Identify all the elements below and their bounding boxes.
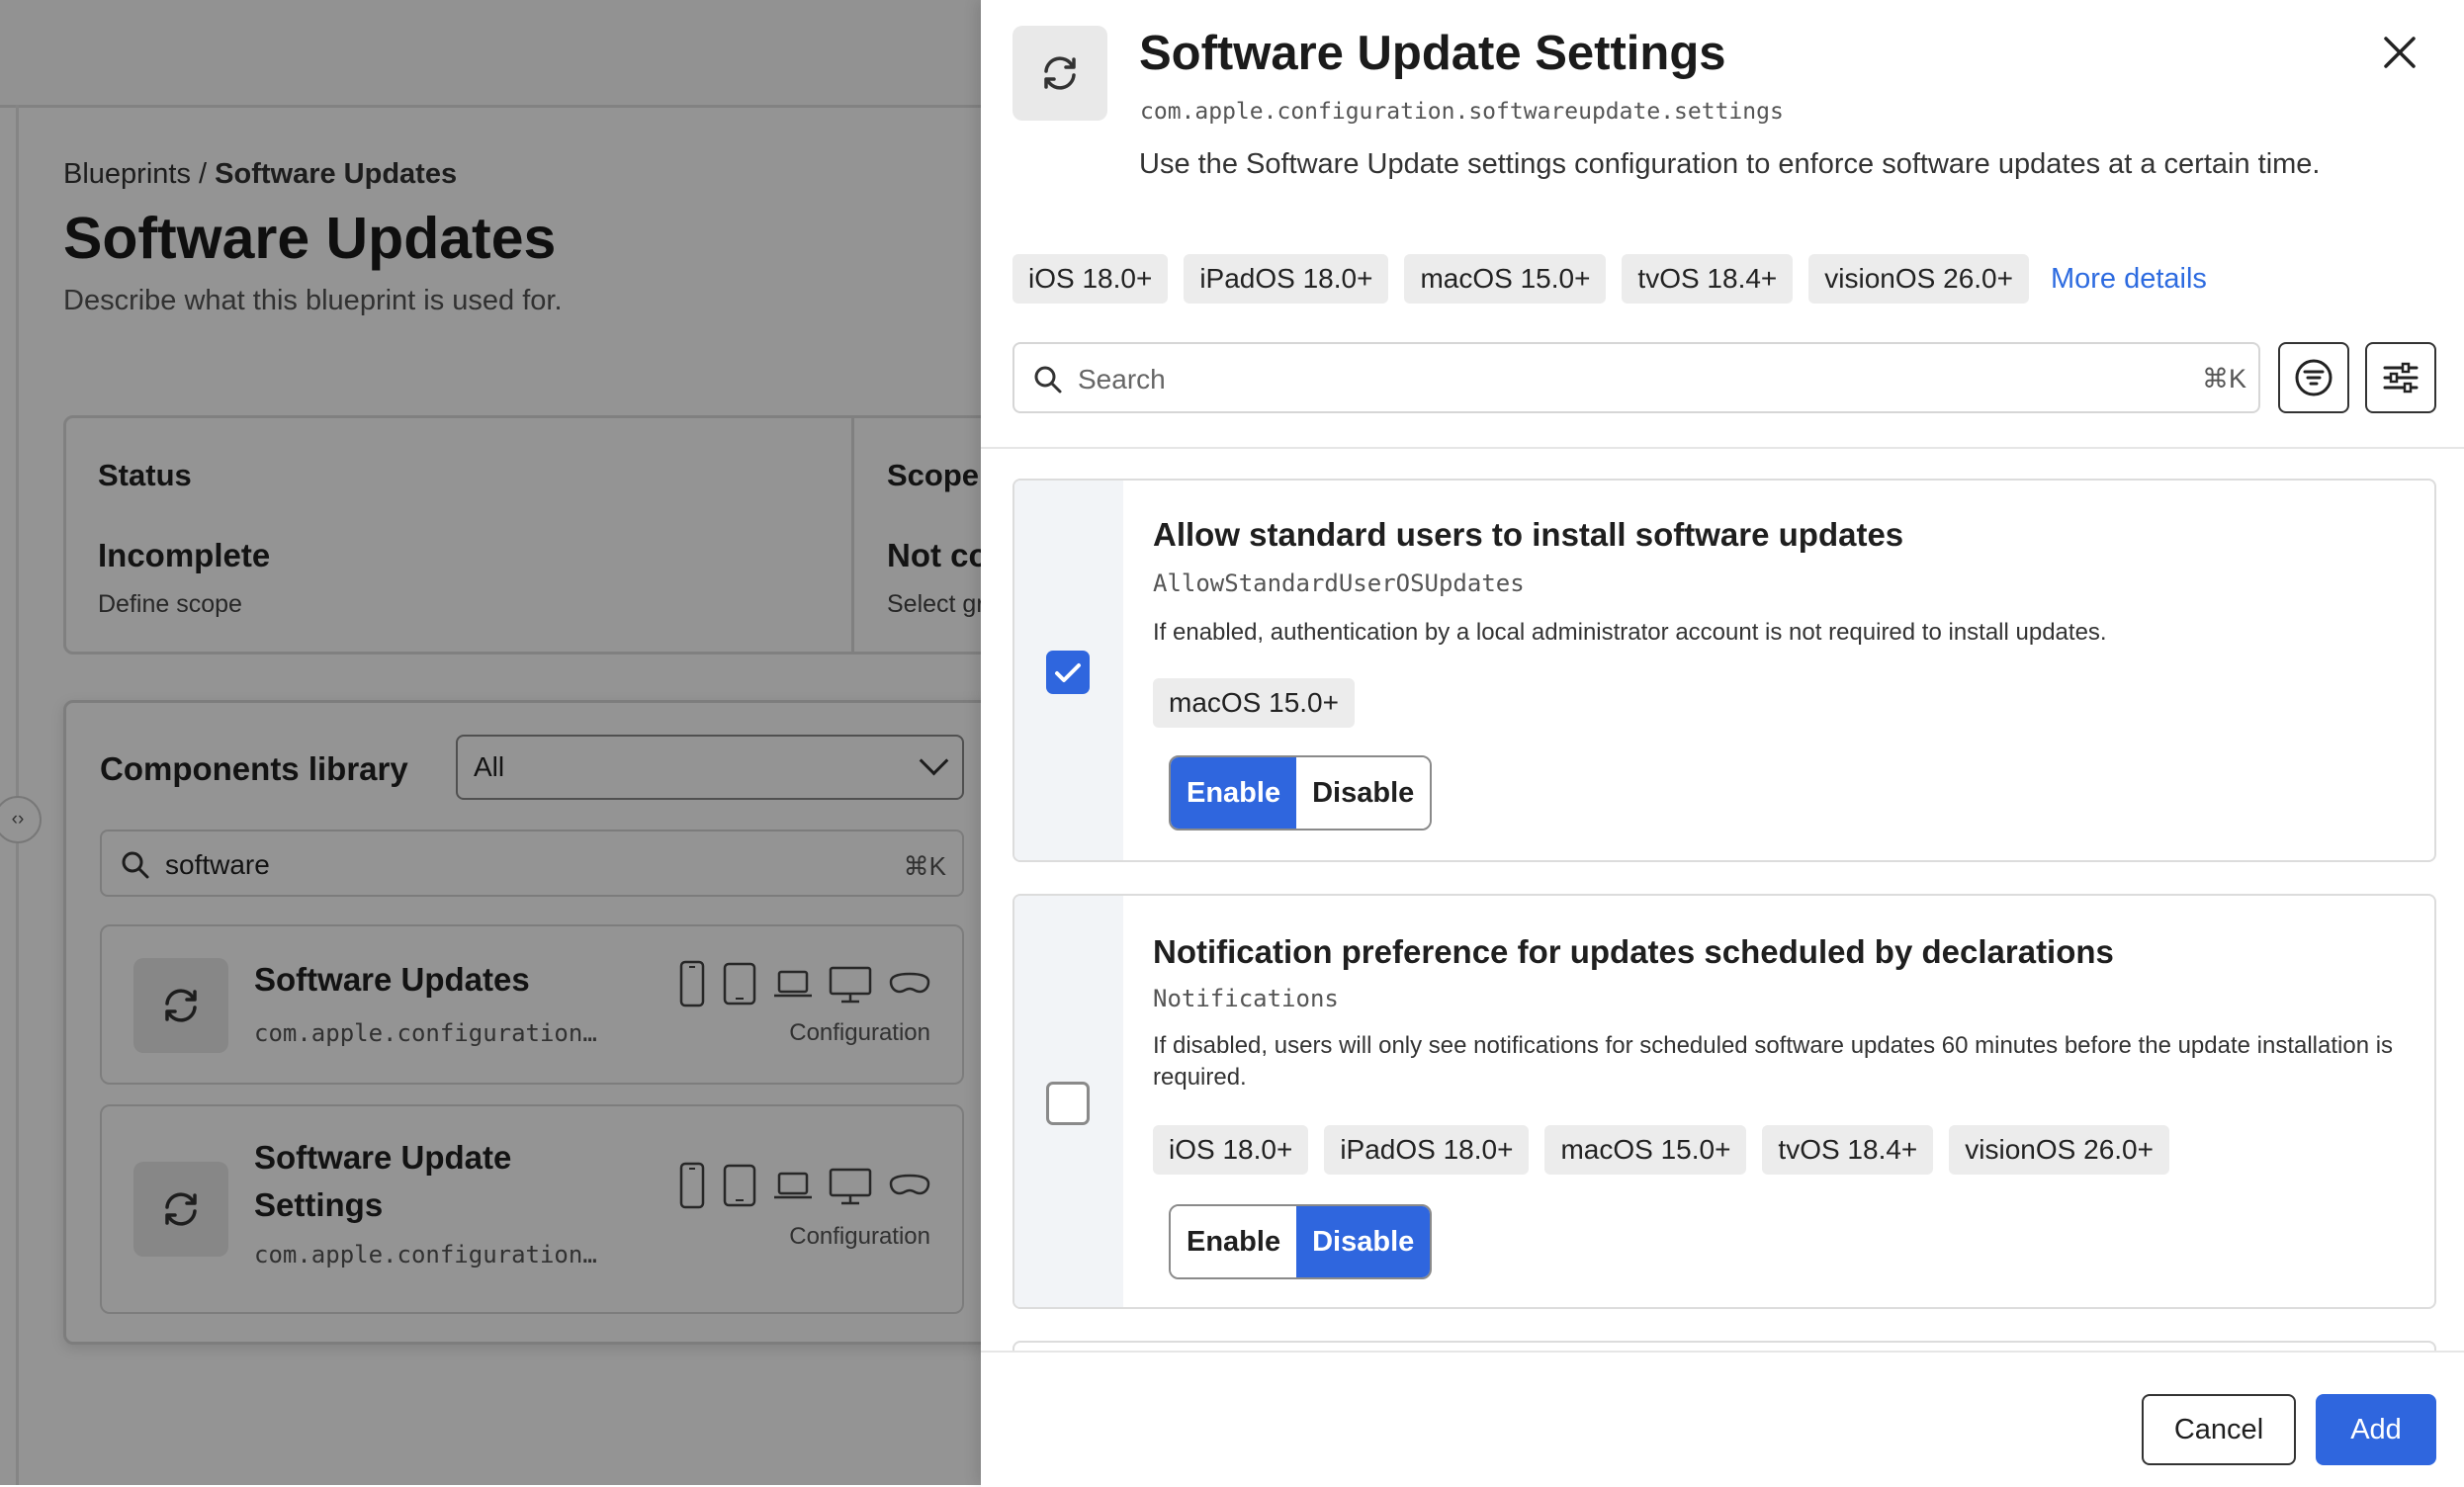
search-shortcut: ⌘K <box>2201 364 2246 394</box>
disable-button[interactable]: Disable <box>1296 757 1431 829</box>
platform-tag: iPadOS 18.0+ <box>1184 254 1389 304</box>
search-placeholder: Search <box>1078 364 1166 394</box>
drawer-description: Use the Software Update settings configu… <box>1139 148 2321 180</box>
platform-tag: macOS 15.0+ <box>1544 1125 1747 1175</box>
add-button[interactable]: Add <box>2316 1394 2436 1465</box>
check-icon <box>1055 663 1081 682</box>
platform-tag: visionOS 26.0+ <box>1949 1125 2169 1175</box>
close-button[interactable] <box>2375 28 2424 77</box>
enable-disable-toggle: Enable Disable <box>1169 1204 1433 1279</box>
modal-overlay[interactable] <box>0 0 981 1485</box>
enable-disable-toggle: Enable Disable <box>1169 755 1433 831</box>
setting-description: If enabled, authentication by a local ad… <box>1153 619 2107 646</box>
close-icon <box>2384 37 2416 68</box>
more-details-link[interactable]: More details <box>2051 263 2207 296</box>
setting-title: Notification preference for updates sche… <box>1153 933 2114 970</box>
sync-icon <box>1012 26 1107 121</box>
platform-tag: iOS 18.0+ <box>1153 1125 1309 1175</box>
platform-tag: macOS 15.0+ <box>1153 678 1355 728</box>
enable-button[interactable]: Enable <box>1171 757 1303 829</box>
settings-options-button[interactable] <box>2365 342 2436 413</box>
drawer-title: Software Update Settings <box>1139 27 1726 80</box>
search-icon <box>1034 366 1062 394</box>
setting-platform-tags: iOS 18.0+ iPadOS 18.0+ macOS 15.0+ tvOS … <box>1153 1125 2169 1175</box>
filter-button[interactable] <box>2278 342 2349 413</box>
setting-key: Notifications <box>1153 985 1339 1012</box>
setting-title: Allow standard users to install software… <box>1153 516 1904 553</box>
drawer-footer: Cancel Add <box>981 1351 2464 1487</box>
setting-description: If disabled, users will only see notific… <box>1153 1032 2394 1091</box>
platform-tag: visionOS 26.0+ <box>1808 254 2029 304</box>
settings-drawer: Software Update Settings com.apple.confi… <box>981 0 2464 1487</box>
filter-icon <box>2295 359 2332 396</box>
platform-tags: iOS 18.0+ iPadOS 18.0+ macOS 15.0+ tvOS … <box>1012 254 2207 304</box>
platform-tag: tvOS 18.4+ <box>1762 1125 1934 1175</box>
settings-search-input[interactable]: Search ⌘K <box>1012 342 2260 413</box>
disable-button[interactable]: Disable <box>1296 1206 1431 1277</box>
cancel-button[interactable]: Cancel <box>2142 1394 2296 1465</box>
sliders-icon <box>2383 362 2419 394</box>
divider <box>981 447 2464 449</box>
drawer-identifier: com.apple.configuration.softwareupdate.s… <box>1140 99 1784 125</box>
setting-checkbox[interactable] <box>1046 1082 1090 1125</box>
enable-button[interactable]: Enable <box>1171 1206 1297 1277</box>
setting-key: AllowStandardUserOSUpdates <box>1153 569 1525 597</box>
setting-notification-preference: Notification preference for updates sche… <box>1012 894 2436 1309</box>
setting-allow-standard-user-updates: Allow standard users to install software… <box>1012 479 2436 862</box>
platform-tag: macOS 15.0+ <box>1404 254 1607 304</box>
platform-tag: iOS 18.0+ <box>1012 254 1169 304</box>
platform-tag: tvOS 18.4+ <box>1622 254 1794 304</box>
setting-platform-tags: macOS 15.0+ <box>1153 678 1355 728</box>
platform-tag: iPadOS 18.0+ <box>1324 1125 1530 1175</box>
setting-checkbox[interactable] <box>1046 651 1090 694</box>
